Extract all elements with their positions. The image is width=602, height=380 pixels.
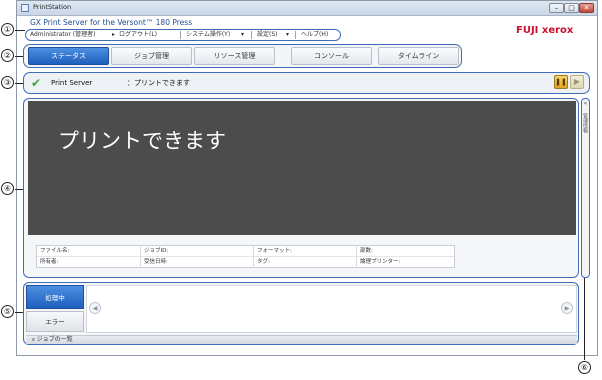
info-label-copies: 部数: <box>357 246 454 257</box>
callout-6: ⑥ <box>578 361 591 374</box>
info-label-received: 受信日時: <box>141 257 254 268</box>
callout-3: ③ <box>1 76 14 89</box>
resume-button[interactable]: ▶ <box>570 75 584 89</box>
checkmark-icon: ✔ <box>31 76 42 90</box>
large-status-message: プリントできます <box>58 129 226 153</box>
window-title: PrintStation <box>33 3 72 11</box>
info-label-owner: 所有者: <box>37 257 141 268</box>
menu-separator <box>180 31 181 39</box>
menu-separator <box>295 31 296 39</box>
info-label-logical-printer: 論理プリンター: <box>360 259 401 265</box>
callout-leader <box>584 278 585 360</box>
menu-logout-arrow-icon: ▸ <box>112 31 116 38</box>
chevron-down-icon: ▾ <box>241 31 245 38</box>
callout-leader <box>15 189 23 190</box>
callout-5: ⑤ <box>1 305 14 318</box>
callout-4: ④ <box>1 182 14 195</box>
server-status-text: ：プリントできます <box>127 79 190 87</box>
window-titlebar[interactable] <box>17 1 597 16</box>
job-list-area <box>86 285 577 333</box>
menu-settings[interactable]: 設定(S) <box>257 31 278 39</box>
server-name: Print Server <box>51 79 93 87</box>
scroll-right-button[interactable]: ▶ <box>561 302 573 314</box>
job-tab-error[interactable]: エラー <box>26 311 84 332</box>
tab-job-management[interactable]: ジョブ管理 <box>111 47 192 65</box>
maximize-button[interactable]: □ <box>564 3 579 13</box>
tab-console[interactable]: コンソール <box>291 47 372 65</box>
scroll-left-button[interactable]: ◀ <box>89 302 101 314</box>
job-list-footer[interactable] <box>26 335 577 344</box>
job-list-toggle[interactable]: » ジョブの一覧 <box>29 335 73 344</box>
collapse-chevron-icon[interactable]: « <box>582 100 589 107</box>
tab-resource-management[interactable]: リソース管理 <box>194 47 275 65</box>
callout-1: ① <box>1 23 14 36</box>
job-list-label: ジョブの一覧 <box>36 336 73 343</box>
minimize-button[interactable]: – <box>549 3 564 13</box>
callout-leader <box>15 56 23 57</box>
info-label-file-name: ファイル名: <box>37 246 141 257</box>
tab-timeline[interactable]: タイムライン <box>378 47 459 65</box>
printer-status-bar <box>23 72 590 94</box>
status-display <box>28 101 576 235</box>
chevron-down-icon: » <box>29 337 37 342</box>
menu-user[interactable]: Administrator (管理者) <box>30 31 96 39</box>
menu-logout[interactable]: ログアウト(L) <box>119 31 157 39</box>
close-button[interactable]: ✕ <box>579 3 594 13</box>
menu-separator <box>251 31 252 39</box>
menu-help[interactable]: ヘルプ(H) <box>301 31 328 39</box>
chevron-down-icon: ▾ <box>286 31 290 38</box>
pause-button[interactable]: ❚❚ <box>554 75 568 89</box>
info-label-job-id: ジョブID: <box>141 246 254 257</box>
app-title: GX Print Server for the Versont™ 180 Pre… <box>30 18 193 27</box>
callout-2: ② <box>1 49 14 62</box>
side-panel-label: 管理情報 <box>582 113 588 133</box>
fuji-xerox-logo: FUJI xerox <box>516 25 574 36</box>
info-label-format: フォーマット: <box>254 246 357 257</box>
menu-system[interactable]: システム操作(Y) <box>186 31 230 39</box>
callout-leader <box>15 30 25 31</box>
callout-leader <box>15 83 23 84</box>
info-label-tag: タグ: <box>254 257 357 268</box>
tab-status[interactable]: ステータス <box>28 47 109 65</box>
callout-leader <box>15 312 23 313</box>
app-icon <box>21 4 29 12</box>
job-tab-processing[interactable]: 処理中 <box>26 285 84 309</box>
